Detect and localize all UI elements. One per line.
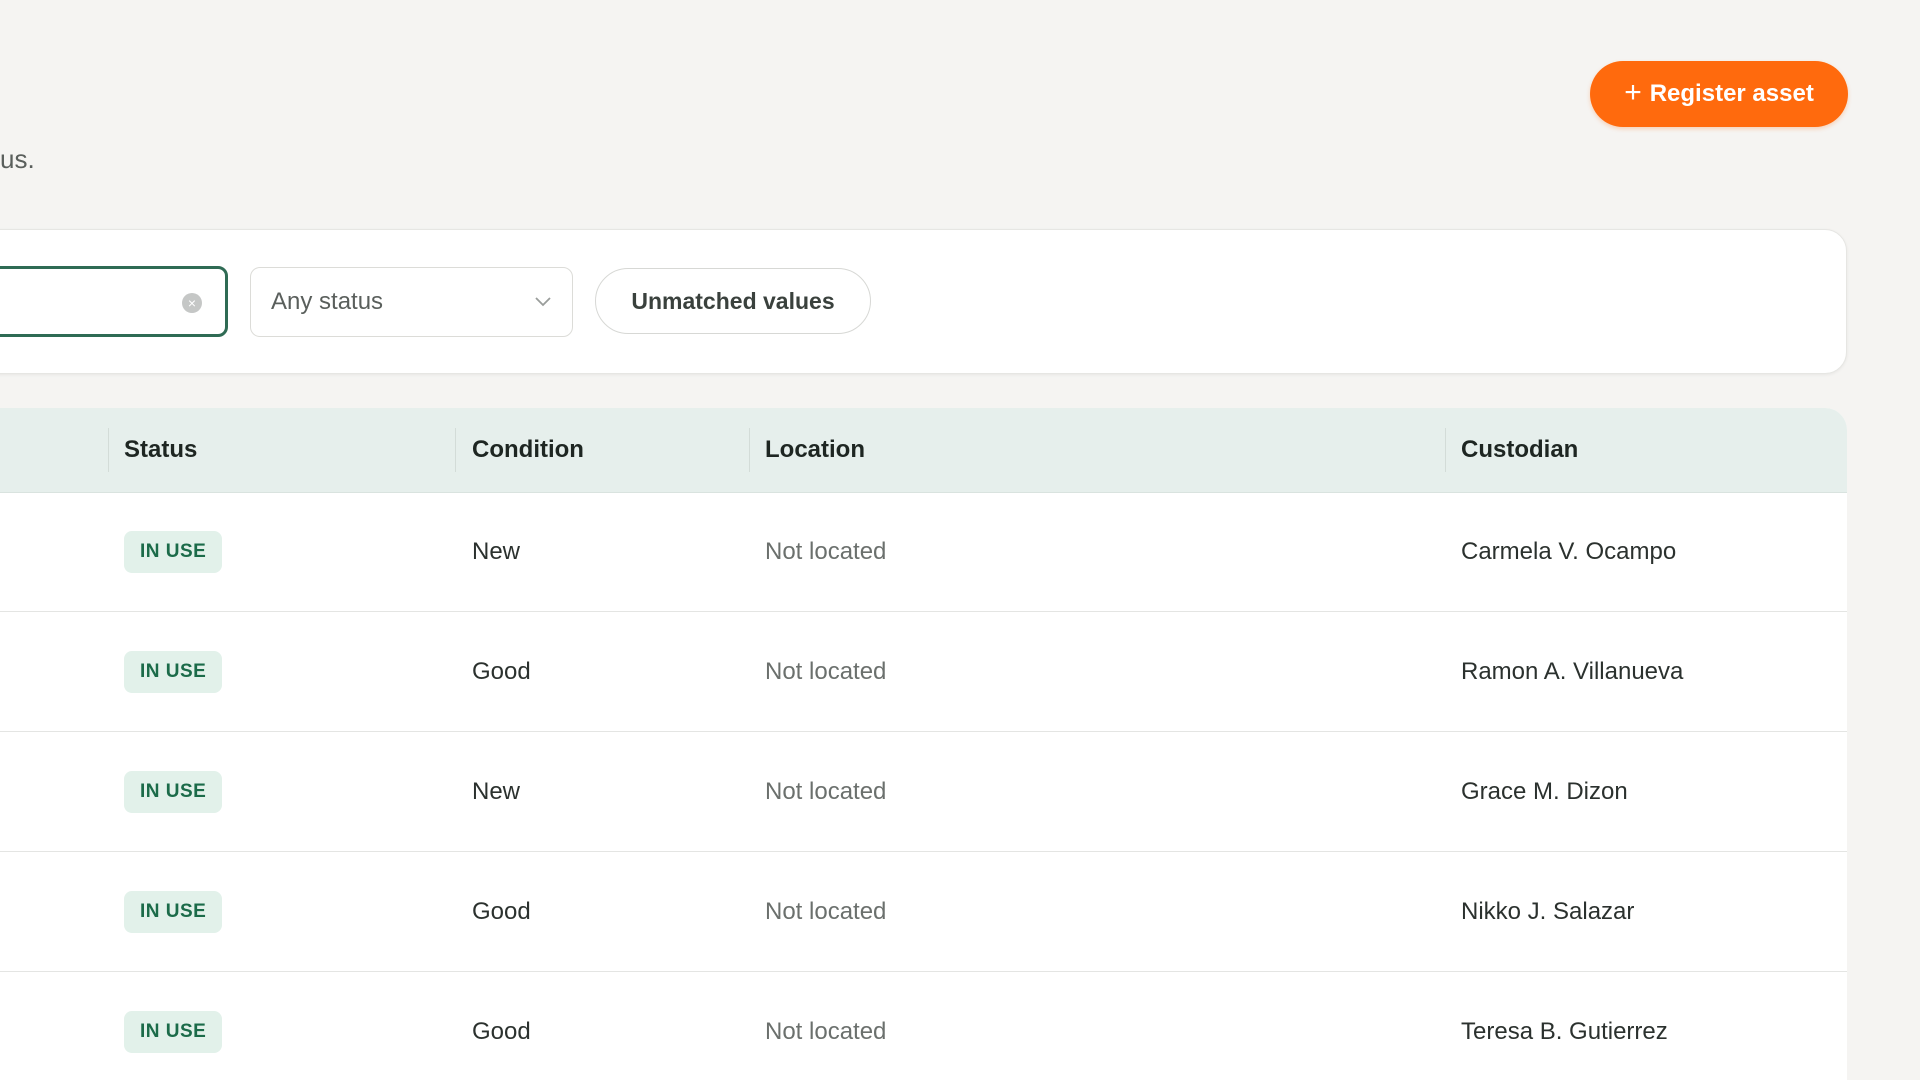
column-divider — [1445, 428, 1446, 472]
column-header-status[interactable]: Status — [124, 408, 197, 492]
column-header-condition[interactable]: Condition — [472, 408, 584, 492]
location-cell: Not located — [765, 658, 887, 685]
column-divider — [455, 428, 456, 472]
status-badge: IN USE — [124, 891, 223, 933]
custodian-cell: Grace M. Dizon — [1461, 778, 1628, 805]
table-row[interactable]: IN USE Good Not located Nikko J. Salazar — [0, 852, 1847, 972]
column-divider — [108, 428, 109, 472]
chevron-down-icon — [535, 297, 551, 307]
table-row[interactable]: IN USE Good Not located Ramon A. Villanu… — [0, 612, 1847, 732]
condition-cell: Good — [472, 898, 531, 925]
location-cell: Not located — [765, 1018, 887, 1045]
column-header-custodian[interactable]: Custodian — [1461, 408, 1578, 492]
status-badge: IN USE — [124, 1011, 223, 1053]
status-select[interactable]: Any status — [250, 267, 573, 337]
clear-icon[interactable]: × — [182, 293, 202, 313]
table-row[interactable]: IN USE New Not located Grace M. Dizon — [0, 732, 1847, 852]
location-cell: Not located — [765, 778, 887, 805]
custodian-cell: Ramon A. Villanueva — [1461, 658, 1684, 685]
condition-cell: New — [472, 538, 521, 565]
unmatched-values-button[interactable]: Unmatched values — [595, 268, 871, 334]
status-badge: IN USE — [124, 651, 223, 693]
filter-bar: × Any status Unmatched values — [0, 229, 1847, 374]
table-header: Status Condition Location Custodian — [0, 408, 1847, 493]
register-asset-label: Register asset — [1649, 80, 1814, 107]
status-select-value: Any status — [271, 288, 384, 315]
search-field: × — [0, 266, 228, 337]
custodian-cell: Nikko J. Salazar — [1461, 898, 1635, 925]
register-asset-button[interactable]: + Register asset — [1590, 61, 1848, 127]
plus-icon: + — [1624, 75, 1642, 109]
custodian-cell: Teresa B. Gutierrez — [1461, 1018, 1668, 1045]
status-badge: IN USE — [124, 531, 223, 573]
page-subtitle: us. — [0, 144, 35, 174]
column-header-location[interactable]: Location — [765, 408, 865, 492]
location-cell: Not located — [765, 898, 887, 925]
condition-cell: New — [472, 778, 521, 805]
column-divider — [749, 428, 750, 472]
search-input[interactable] — [0, 277, 168, 329]
location-cell: Not located — [765, 538, 887, 565]
table-row[interactable]: IN USE New Not located Carmela V. Ocampo — [0, 492, 1847, 612]
asset-register-page: us. + Register asset × Any status Unmatc… — [0, 0, 1920, 1080]
table-row[interactable]: IN USE Good Not located Teresa B. Gutier… — [0, 972, 1847, 1080]
custodian-cell: Carmela V. Ocampo — [1461, 538, 1677, 565]
condition-cell: Good — [472, 1018, 531, 1045]
condition-cell: Good — [472, 658, 531, 685]
status-badge: IN USE — [124, 771, 223, 813]
assets-table: Status Condition Location Custodian IN U… — [0, 408, 1847, 1080]
